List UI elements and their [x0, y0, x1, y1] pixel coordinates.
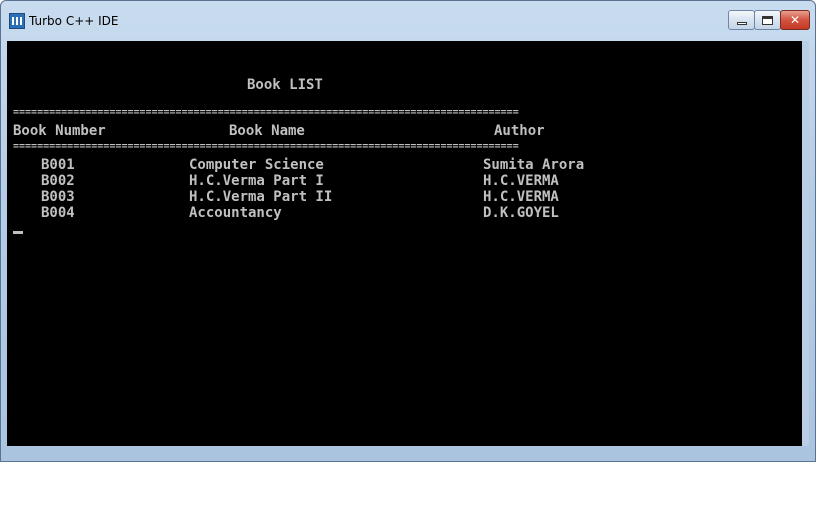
maximize-button[interactable]	[754, 10, 781, 30]
column-header-number: Book Number	[13, 123, 106, 139]
minimize-button[interactable]	[728, 10, 755, 30]
row-4-number: B004	[41, 205, 75, 221]
column-header-author: Author	[494, 123, 545, 139]
list-heading: Book LIST	[247, 77, 323, 93]
row-2-name: H.C.Verma Part I	[189, 173, 324, 189]
console-output[interactable]: Book LIST ==============================…	[7, 41, 802, 446]
row-4-name: Accountancy	[189, 205, 282, 221]
title-bar[interactable]: Turbo C++ IDE ✕	[1, 1, 815, 41]
separator-bottom: ========================================…	[13, 143, 519, 149]
row-3-author: H.C.VERMA	[483, 189, 559, 205]
separator-top: ========================================…	[13, 109, 519, 115]
row-1-author: Sumita Arora	[483, 157, 585, 173]
right-border	[802, 41, 809, 446]
row-2-number: B002	[41, 173, 75, 189]
close-icon: ✕	[789, 13, 801, 27]
row-3-name: H.C.Verma Part II	[189, 189, 333, 205]
row-4-author: D.K.GOYEL	[483, 205, 559, 221]
row-1-number: B001	[41, 157, 75, 173]
console-window: Turbo C++ IDE ✕ Book LIST ==============…	[0, 0, 816, 462]
text-cursor	[13, 231, 23, 234]
column-header-name: Book Name	[229, 123, 305, 139]
app-icon[interactable]	[9, 13, 25, 29]
maximize-icon	[762, 15, 773, 25]
row-3-number: B003	[41, 189, 75, 205]
close-button[interactable]: ✕	[780, 10, 810, 30]
row-2-author: H.C.VERMA	[483, 173, 559, 189]
window-title: Turbo C++ IDE	[29, 14, 119, 28]
row-1-name: Computer Science	[189, 157, 324, 173]
minimize-icon	[736, 21, 747, 25]
